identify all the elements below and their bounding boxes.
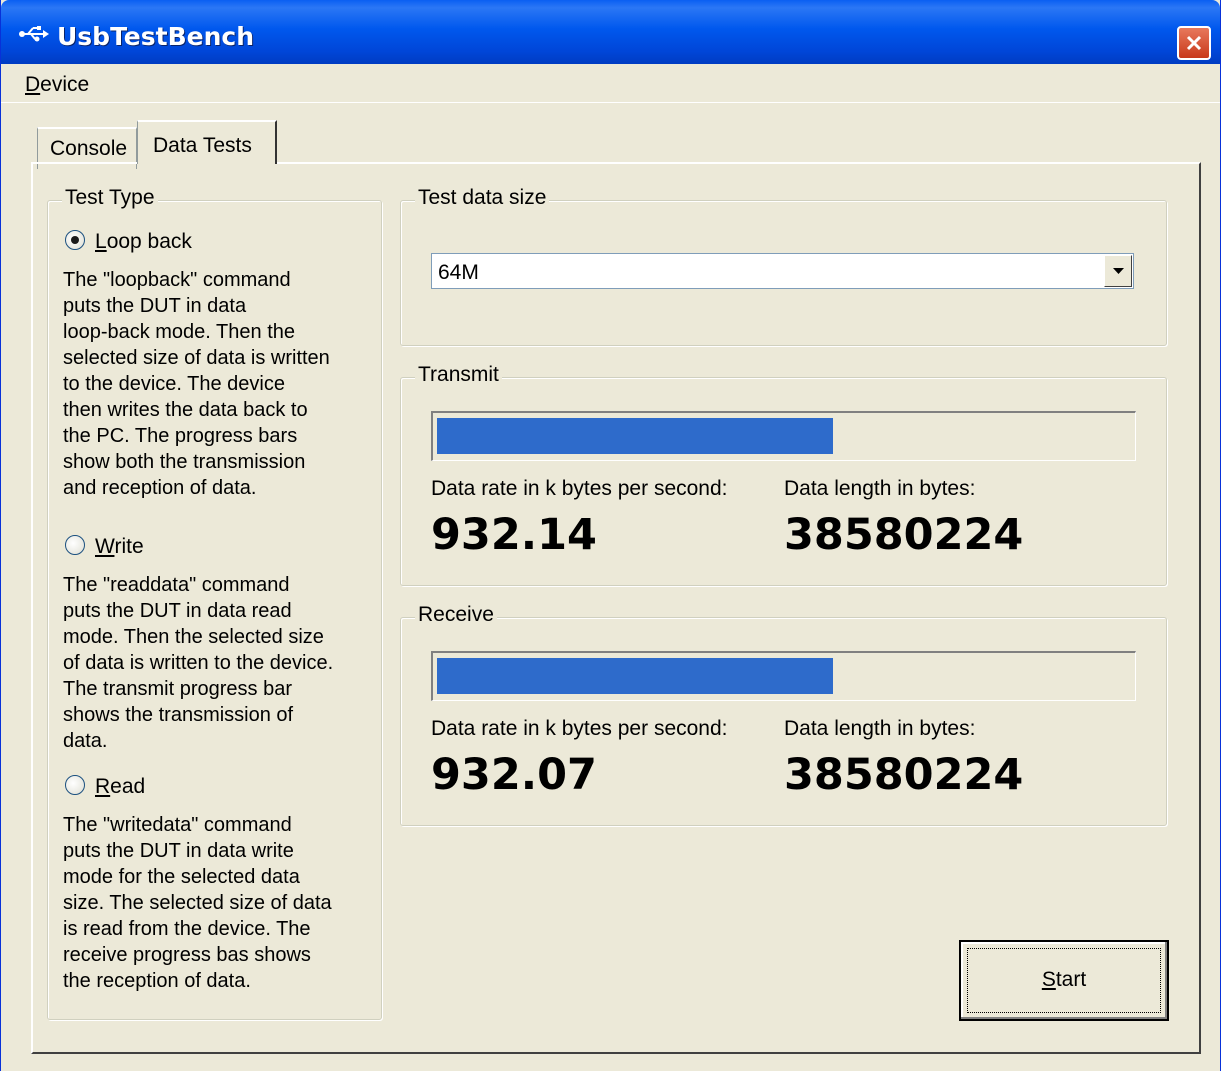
radio-write-accel: W [95, 535, 115, 558]
menu-device-label: evice [40, 73, 90, 96]
radio-loop-back[interactable]: Loop back [65, 230, 192, 254]
description-line: The "loopback" command [63, 269, 291, 291]
description-line: to the device. The device [63, 373, 285, 395]
receive-progress-fill [437, 658, 833, 694]
menu-device-accel: D [25, 73, 41, 96]
write-description: The "readdata" command puts the DUT in d… [63, 572, 333, 754]
description-line: puts the DUT in data read [63, 600, 292, 622]
description-line: is read from the device. The [63, 918, 311, 940]
description-line: The "readdata" command [63, 574, 290, 596]
receive-progress-bar [431, 651, 1136, 701]
title-bar[interactable]: UsbTestBench [1, 0, 1220, 64]
radio-read-accel: R [95, 775, 111, 798]
radio-write-button[interactable] [65, 535, 85, 556]
transmit-label: Transmit [415, 363, 502, 387]
radio-loop-back-accel: L [95, 230, 107, 253]
description-line: then writes the data back to [63, 399, 308, 421]
start-button[interactable]: Start [959, 940, 1169, 1021]
start-button-text: tart [1055, 968, 1087, 991]
description-line: puts the DUT in data [63, 295, 247, 317]
description-line: show both the transmission [63, 451, 306, 473]
start-button-label: Start [961, 968, 1167, 992]
radio-read-button[interactable] [65, 775, 85, 796]
read-description: The "writedata" command puts the DUT in … [63, 812, 332, 994]
close-icon [1186, 35, 1202, 51]
menu-device[interactable]: Device [25, 73, 89, 97]
description-line: size. The selected size of data [63, 892, 332, 914]
test-data-size-select[interactable]: 64M [431, 253, 1134, 289]
test-data-size-label: Test data size [415, 186, 550, 210]
description-line: The "writedata" command [63, 814, 292, 836]
receive-label: Receive [415, 603, 497, 627]
close-button[interactable] [1177, 26, 1211, 60]
window-title: UsbTestBench [57, 22, 255, 51]
description-line: the reception of data. [63, 970, 251, 992]
transmit-progress-bar [431, 411, 1136, 461]
test-type-label: Test Type [62, 186, 158, 210]
receive-length-label: Data length in bytes: [784, 717, 976, 740]
description-line: the PC. The progress bars [63, 425, 298, 447]
test-data-size-value: 64M [438, 261, 479, 284]
loop-back-description: The "loopback" command puts the DUT in d… [63, 267, 330, 501]
description-line: The transmit progress bar [63, 678, 292, 700]
transmit-length-value: 38580224 [784, 510, 1024, 560]
radio-write[interactable]: Write [65, 535, 144, 559]
receive-rate-label: Data rate in k bytes per second: [431, 717, 728, 740]
description-line: selected size of data is written [63, 347, 330, 369]
description-line: and reception of data. [63, 477, 257, 499]
dropdown-button[interactable] [1104, 255, 1132, 287]
description-line: data. [63, 730, 108, 752]
radio-write-label: rite [114, 535, 144, 558]
usb-icon [19, 26, 49, 42]
radio-loop-back-label: oop back [106, 230, 192, 253]
receive-length-value: 38580224 [784, 750, 1024, 800]
transmit-progress-fill [437, 418, 833, 454]
radio-read-label: ead [110, 775, 146, 798]
description-line: shows the transmission of [63, 704, 294, 726]
receive-rate-value: 932.07 [431, 750, 597, 800]
description-line: of data is written to the device. [63, 652, 334, 674]
transmit-rate-label: Data rate in k bytes per second: [431, 477, 728, 500]
transmit-length-label: Data length in bytes: [784, 477, 976, 500]
radio-read[interactable]: Read [65, 775, 145, 799]
menu-bar: Device [1, 64, 1220, 103]
description-line: mode. Then the selected size [63, 626, 324, 648]
radio-loop-back-button[interactable] [65, 230, 85, 251]
description-line: mode for the selected data [63, 866, 300, 888]
chevron-down-icon [1113, 268, 1124, 274]
description-line: puts the DUT in data write [63, 840, 294, 862]
tab-data-tests[interactable]: Data Tests [137, 120, 277, 164]
start-button-accel: S [1041, 968, 1056, 991]
description-line: receive progress bas shows [63, 944, 311, 966]
description-line: loop-back mode. Then the [63, 321, 296, 343]
transmit-rate-value: 932.14 [431, 510, 597, 560]
app-window: UsbTestBench Device Console Data Tests T… [0, 0, 1221, 1071]
